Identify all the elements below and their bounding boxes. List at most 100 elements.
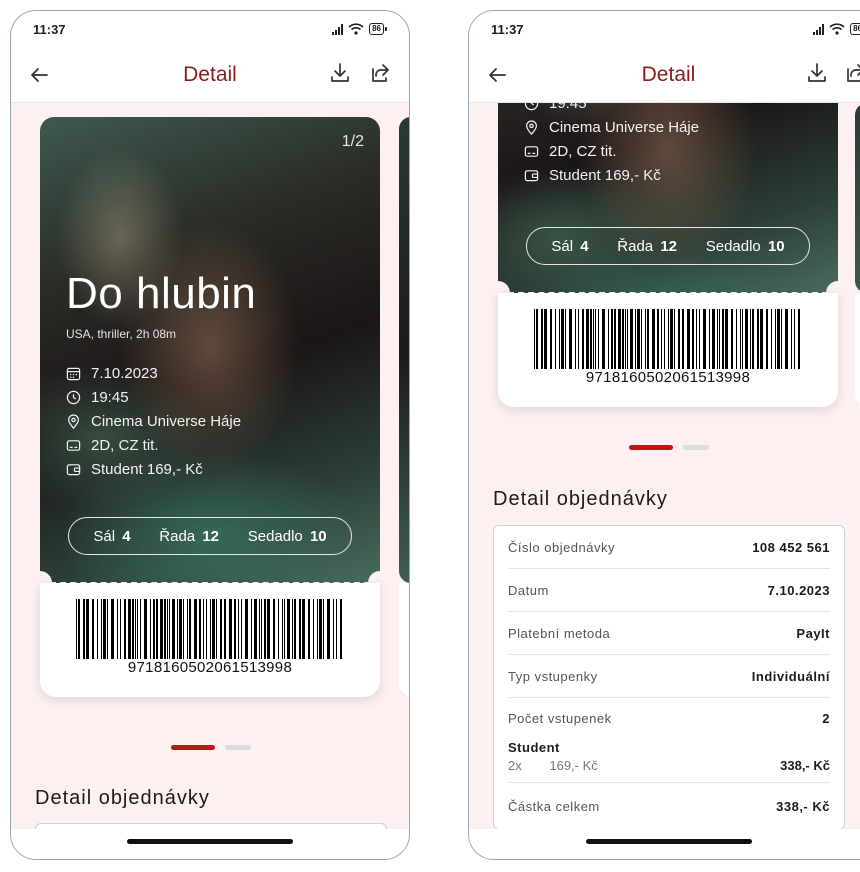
info-cinema-text: Cinema Universe Háje bbox=[549, 118, 700, 136]
info-format: 2D, CZ tit. bbox=[66, 433, 241, 457]
info-time: 19:45 bbox=[524, 103, 699, 115]
row-label: Řada bbox=[617, 237, 654, 255]
seat-info-pill: Sál 4 Řada 12 Sedadlo 10 bbox=[68, 517, 352, 555]
hall-info: Sál 4 bbox=[551, 238, 588, 255]
order-section-title: Detail objednávky bbox=[35, 787, 210, 809]
hall-label: Sál bbox=[93, 527, 116, 545]
home-indicator[interactable] bbox=[585, 839, 752, 844]
next-ticket-peek[interactable] bbox=[855, 103, 860, 293]
order-row-date: Datum 7.10.2023 bbox=[508, 569, 830, 612]
hall-value: 4 bbox=[580, 237, 589, 255]
wallet-icon bbox=[66, 463, 81, 475]
ticket-group-subtotal: 338,- Kč bbox=[780, 758, 830, 773]
info-price-text: Student 169,- Kč bbox=[91, 460, 203, 478]
detail-content[interactable]: 1/2 Do hlubin USA, thriller, 2h 08m 7.10… bbox=[11, 103, 409, 859]
home-indicator-area bbox=[11, 829, 409, 859]
pager-dot[interactable] bbox=[225, 745, 251, 750]
phone-screen-right: 11:37 86 Detail 19:45 Cinema bbox=[468, 10, 860, 860]
signal-icon bbox=[332, 23, 344, 35]
row-value: 12 bbox=[202, 527, 219, 545]
seat-value: 10 bbox=[767, 237, 785, 255]
ticket-info-list: 19:45 Cinema Universe Háje 2D, CZ tit. S… bbox=[524, 103, 699, 187]
clock-icon bbox=[66, 390, 81, 404]
info-date-text: 7.10.2023 bbox=[91, 364, 158, 382]
order-row-payment: Platební metoda PayIt bbox=[508, 612, 830, 655]
status-bar: 11:37 86 bbox=[11, 11, 409, 47]
seat-info: Sedadlo 10 bbox=[706, 238, 785, 255]
order-row-label: Číslo objednávky bbox=[508, 539, 615, 555]
order-row-value: 2 bbox=[822, 710, 830, 726]
share-icon[interactable] bbox=[844, 61, 860, 85]
row-info: Řada 12 bbox=[617, 238, 677, 255]
status-time: 11:37 bbox=[491, 21, 524, 37]
subtitles-icon bbox=[524, 145, 539, 157]
info-cinema: Cinema Universe Háje bbox=[66, 409, 241, 433]
home-indicator[interactable] bbox=[127, 839, 293, 844]
info-format: 2D, CZ tit. bbox=[524, 139, 699, 163]
hall-info: Sál 4 bbox=[93, 528, 130, 545]
order-detail-card: Číslo objednávky 108 452 561 Datum 7.10.… bbox=[493, 525, 845, 830]
home-indicator-area bbox=[469, 829, 860, 859]
status-icons: 86 bbox=[813, 23, 860, 35]
next-ticket-stub-peek bbox=[855, 293, 860, 407]
order-row-label: Počet vstupenek bbox=[508, 710, 612, 726]
hall-value: 4 bbox=[122, 527, 131, 545]
pager-dot-active[interactable] bbox=[629, 445, 673, 450]
hall-label: Sál bbox=[551, 237, 574, 255]
info-time-text: 19:45 bbox=[91, 388, 129, 406]
ticket-group-line: 2x 169,- Kč 338,- Kč bbox=[508, 755, 830, 783]
order-section-title: Detail objednávky bbox=[493, 488, 668, 510]
location-pin-icon bbox=[68, 413, 79, 429]
movie-meta: USA, thriller, 2h 08m bbox=[66, 327, 177, 341]
info-cinema: Cinema Universe Háje bbox=[524, 115, 699, 139]
info-format-text: 2D, CZ tit. bbox=[549, 142, 617, 160]
order-row-label: Platební metoda bbox=[508, 625, 611, 641]
seat-label: Sedadlo bbox=[705, 237, 761, 255]
page-title: Detail bbox=[641, 62, 696, 86]
pager-dot-active[interactable] bbox=[171, 745, 215, 750]
top-nav-bar: Detail bbox=[11, 47, 409, 103]
next-ticket-stub-peek bbox=[399, 583, 409, 697]
seat-info: Sedadlo 10 bbox=[248, 528, 327, 545]
order-total-label: Částka celkem bbox=[508, 798, 600, 814]
top-nav-bar: Detail bbox=[469, 47, 860, 103]
info-price-text: Student 169,- Kč bbox=[549, 166, 661, 184]
share-icon[interactable] bbox=[369, 61, 391, 85]
info-time-text: 19:45 bbox=[549, 103, 587, 112]
info-time: 19:45 bbox=[66, 385, 241, 409]
battery-level: 86 bbox=[850, 23, 860, 35]
download-icon[interactable] bbox=[329, 61, 351, 85]
status-icons: 86 bbox=[332, 23, 387, 35]
wallet-icon bbox=[524, 169, 539, 181]
ticket-stub: 9718160502061513998 bbox=[40, 583, 380, 697]
next-ticket-peek[interactable] bbox=[399, 117, 409, 583]
ticket-stub: 9718160502061513998 bbox=[498, 293, 838, 407]
movie-poster: 19:45 Cinema Universe Háje 2D, CZ tit. S… bbox=[498, 103, 838, 293]
info-cinema-text: Cinema Universe Háje bbox=[91, 412, 242, 430]
movie-poster: 1/2 Do hlubin USA, thriller, 2h 08m 7.10… bbox=[40, 117, 380, 583]
ticket-group-title: Student bbox=[508, 740, 560, 755]
seat-label: Sedadlo bbox=[247, 527, 303, 545]
subtitles-icon bbox=[66, 439, 81, 451]
status-bar: 11:37 86 bbox=[469, 11, 860, 47]
info-date: 7.10.2023 bbox=[66, 361, 241, 385]
calendar-icon bbox=[66, 367, 81, 380]
location-pin-icon bbox=[526, 119, 537, 135]
order-row-value: PayIt bbox=[796, 625, 830, 641]
detail-content[interactable]: 19:45 Cinema Universe Háje 2D, CZ tit. S… bbox=[469, 103, 860, 859]
barcode-image bbox=[76, 599, 342, 659]
ticket-group-unit-price: 169,- Kč bbox=[549, 758, 598, 773]
status-time: 11:37 bbox=[33, 21, 66, 37]
ticket-pager bbox=[171, 745, 251, 750]
order-row-label: Typ vstupenky bbox=[508, 668, 598, 684]
movie-title: Do hlubin bbox=[66, 269, 257, 318]
row-info: Řada 12 bbox=[159, 528, 219, 545]
order-row-label: Datum bbox=[508, 582, 549, 598]
ticket-page-indicator: 1/2 bbox=[341, 133, 364, 150]
info-format-text: 2D, CZ tit. bbox=[91, 436, 159, 454]
battery-level: 86 bbox=[369, 23, 384, 35]
download-icon[interactable] bbox=[806, 61, 828, 85]
ticket-pager bbox=[629, 445, 709, 450]
battery-icon: 86 bbox=[850, 23, 860, 35]
pager-dot[interactable] bbox=[683, 445, 709, 450]
